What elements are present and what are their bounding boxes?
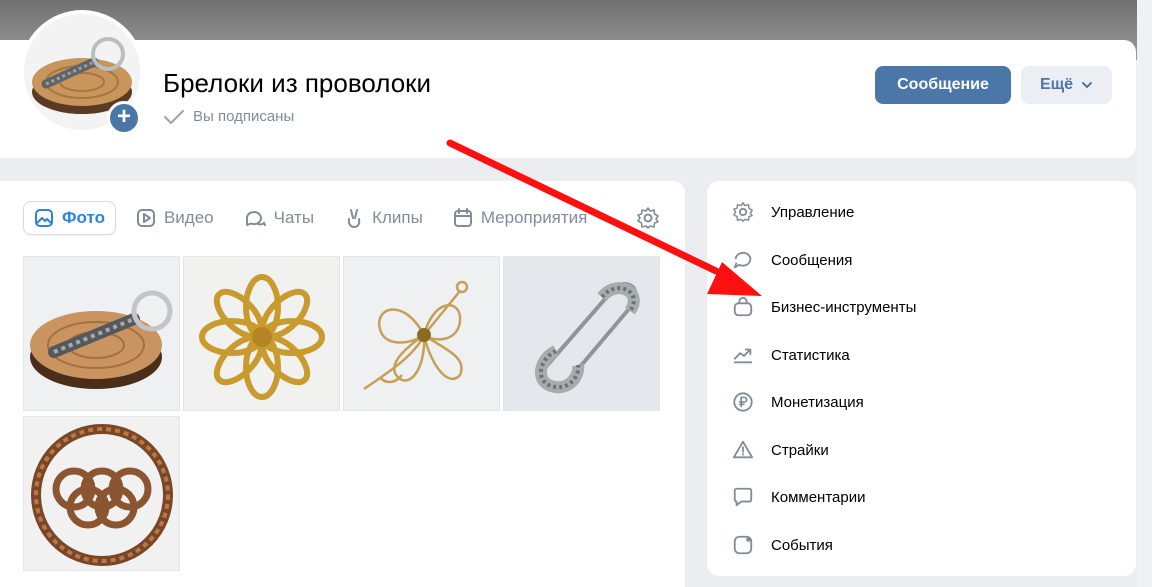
comment-icon: [733, 487, 753, 507]
photo-tile[interactable]: [23, 416, 180, 571]
check-icon: [164, 109, 184, 124]
sidebar-item-comments[interactable]: Комментарии: [731, 482, 865, 512]
sidebar-item-label: Комментарии: [771, 488, 866, 506]
warning-icon: [732, 440, 754, 459]
clips-icon: [347, 209, 361, 229]
message-icon: [733, 251, 752, 269]
sidebar-item-label: Бизнес-инструменты: [771, 298, 917, 316]
subscription-status[interactable]: Вы подписаны: [163, 108, 294, 125]
chats-icon: [245, 211, 266, 226]
photo-tile[interactable]: [503, 256, 660, 411]
sidebar-item-label: Монетизация: [771, 393, 864, 411]
tab-clips[interactable]: Клипы: [334, 201, 433, 235]
tab-chats[interactable]: Чаты: [234, 201, 324, 235]
tab-video[interactable]: Видео: [126, 201, 224, 235]
chevron-down-icon: [1082, 82, 1093, 89]
chart-icon: [733, 348, 753, 364]
message-button[interactable]: Сообщение: [875, 66, 1011, 104]
tab-label: Видео: [163, 208, 214, 227]
subscription-status-label: Вы подписаны: [193, 108, 295, 125]
tabs-settings-gear-icon[interactable]: [636, 206, 660, 230]
avatar-add-button[interactable]: +: [107, 101, 141, 135]
page-title: Брелоки из проволоки: [163, 68, 432, 98]
sidebar-item-label: Страйки: [771, 441, 829, 459]
tab-label: Чаты: [273, 208, 315, 227]
gear-icon: [733, 202, 753, 222]
more-button-label: Ещё: [1039, 76, 1074, 93]
event-icon: [733, 535, 753, 555]
video-icon: [136, 209, 155, 227]
photo-tile[interactable]: [343, 256, 500, 411]
calendar-icon: [453, 208, 472, 227]
sidebar-item-label: Сообщения: [771, 251, 853, 269]
sidebar-item-strikes[interactable]: Страйки: [731, 435, 829, 465]
sidebar-item-events[interactable]: События: [731, 530, 833, 560]
sidebar-item-label: Управление: [771, 203, 855, 221]
photo-tile[interactable]: [183, 256, 340, 411]
photo-icon: [35, 209, 53, 227]
tab-events[interactable]: Мероприятия: [443, 201, 598, 235]
sidebar-item-label: Статистика: [771, 346, 850, 364]
ruble-icon: [733, 392, 753, 412]
management-sidebar: [707, 181, 1136, 576]
sidebar-item-business-tools[interactable]: Бизнес-инструменты: [731, 292, 916, 322]
photo-tile[interactable]: [23, 256, 180, 411]
sidebar-item-management[interactable]: Управление: [731, 197, 854, 227]
sidebar-item-monetization[interactable]: Монетизация: [731, 387, 864, 417]
more-button[interactable]: Ещё: [1021, 66, 1112, 104]
sidebar-item-messages[interactable]: Сообщения: [731, 245, 852, 275]
tab-label: Мероприятия: [480, 208, 588, 227]
bag-icon: [733, 296, 753, 317]
tab-photo[interactable]: Фото: [23, 201, 116, 235]
tab-label: Фото: [62, 208, 105, 227]
page-scroll-strip: [1137, 0, 1152, 587]
content-tabs: Фото Видео Чаты Клипы Мероприятия: [23, 201, 607, 235]
tab-label: Клипы: [372, 208, 423, 227]
sidebar-item-label: События: [771, 536, 833, 554]
sidebar-item-statistics[interactable]: Статистика: [731, 340, 850, 370]
